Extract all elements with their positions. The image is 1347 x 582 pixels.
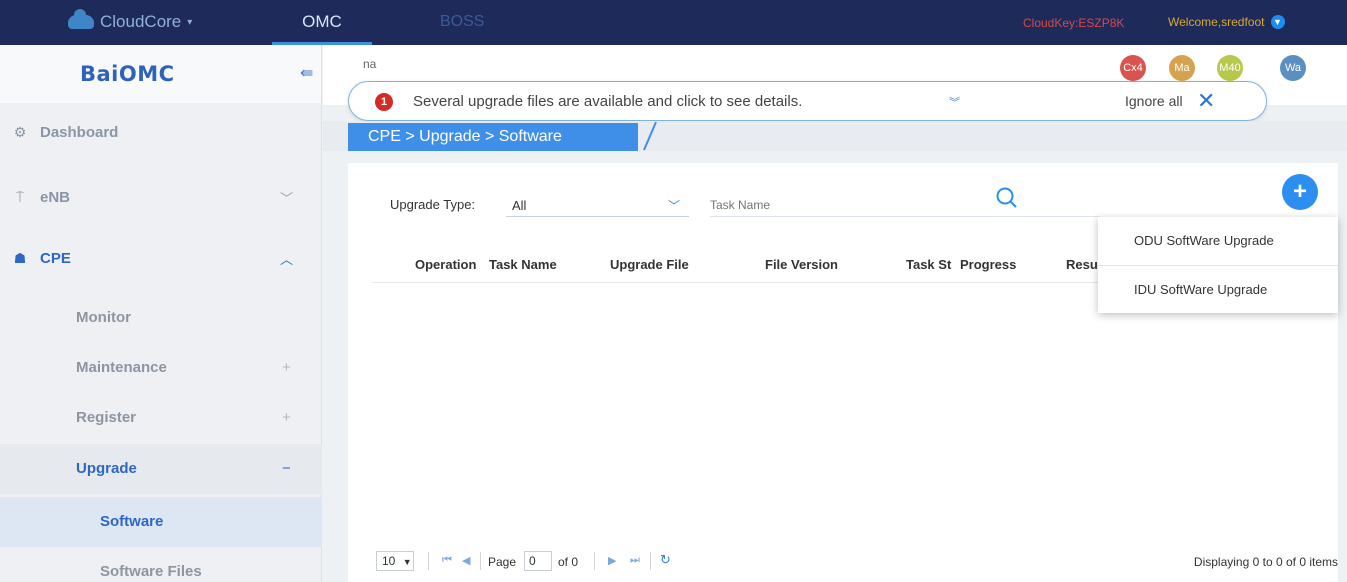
avatar[interactable]: M40 (1217, 55, 1243, 81)
column-header-task-status[interactable]: Task St (906, 257, 960, 272)
menu-item-idu-upgrade[interactable]: IDU SoftWare Upgrade (1098, 265, 1338, 313)
page-size-select[interactable]: 10 ▼ (376, 551, 414, 571)
column-header-upgrade-file[interactable]: Upgrade File (610, 257, 689, 272)
brand-menu[interactable]: CloudCore ▾ (68, 9, 193, 32)
task-name-input[interactable] (710, 187, 1100, 217)
logo: BaiOMC (80, 62, 175, 86)
upgrade-type-value: All (512, 198, 527, 213)
sidebar-item-register[interactable]: Register + (0, 393, 322, 443)
cloudkey-label: CloudKey:ESZP8K (1023, 16, 1125, 30)
close-icon[interactable]: ✕ (1197, 88, 1215, 114)
sidebar-item-maintenance[interactable]: Maintenance + (0, 343, 322, 393)
page-label: Page (488, 555, 517, 569)
display-count-label: Displaying 0 to 0 of 0 items (1193, 555, 1338, 569)
nav-tab-boss[interactable]: BOSS (440, 0, 484, 45)
breadcrumb: CPE > Upgrade > Software (348, 123, 638, 151)
expand-plus-icon: + (282, 409, 291, 426)
previous-page-icon[interactable]: ◀ (462, 554, 470, 567)
upgrade-notification[interactable]: 1 Several upgrade files are available an… (348, 81, 1267, 121)
sidebar-item-enb[interactable]: ⍑ eNB ﹀ (0, 182, 322, 212)
expand-plus-icon: + (282, 359, 291, 376)
pagination: 10 ▼ ⏮ ◀ Page 0 of 0 ▶ ⏭ ↻ Displaying 0 … (376, 549, 1338, 575)
nav-tab-omc[interactable]: OMC (272, 0, 372, 45)
last-page-icon[interactable]: ⏭ (630, 554, 640, 567)
chevron-down-icon: ﹀ (668, 199, 681, 213)
chevron-down-icon: ﹀ (280, 190, 294, 206)
sidebar-item-label: eNB (40, 188, 71, 206)
page-count-label: of 0 (558, 555, 579, 569)
sidebar-item-upgrade[interactable]: Upgrade − (0, 444, 322, 494)
dashboard-icon: ⚙ (13, 123, 27, 140)
divider (480, 552, 481, 570)
avatar[interactable]: Cx4 (1120, 55, 1146, 81)
collapse-minus-icon: − (282, 460, 291, 477)
chevron-down-icon: ▼ (1270, 15, 1285, 29)
upgrade-type-select[interactable]: All ﹀ (506, 187, 689, 217)
avatar[interactable]: Wa (1280, 55, 1306, 81)
notification-message[interactable]: Several upgrade files are available and … (413, 93, 802, 110)
sidebar-item-label: Upgrade (76, 460, 137, 477)
upgrade-type-label: Upgrade Type: (390, 197, 476, 212)
user-menu[interactable]: Welcome,sredfoot ▼ (1168, 15, 1285, 29)
divider (650, 552, 651, 570)
sidebar-item-software[interactable]: Software (0, 497, 322, 547)
sidebar-item-software-files[interactable]: Software Files (0, 547, 322, 582)
caret-down-icon: ▾ (187, 16, 193, 28)
sidebar-item-monitor[interactable]: Monitor (0, 293, 322, 343)
column-header-task-name[interactable]: Task Name (489, 257, 557, 272)
chevron-up-icon: ︿ (280, 251, 294, 267)
sidebar-item-dashboard[interactable]: ⚙ Dashboard (0, 117, 322, 147)
sidebar-item-label: Register (76, 409, 137, 426)
next-page-icon[interactable]: ▶ (608, 554, 616, 567)
column-header-operation[interactable]: Operation (415, 257, 476, 272)
column-header-file-version[interactable]: File Version (765, 257, 838, 272)
cloud-icon (68, 9, 94, 29)
add-task-button[interactable]: + (1282, 174, 1318, 210)
sidebar-item-label: CPE (40, 249, 71, 267)
search-icon[interactable] (995, 186, 1019, 210)
breadcrumb-slash-icon (643, 121, 657, 151)
add-upgrade-menu: ODU SoftWare Upgrade IDU SoftWare Upgrad… (1098, 217, 1338, 313)
sidebar-item-label: Software (100, 513, 164, 530)
avatar[interactable]: Ma (1169, 55, 1195, 81)
sidebar-item-label: Software Files (100, 563, 202, 580)
notification-count-badge: 1 (375, 93, 393, 111)
table-header: Operation Task Name Upgrade File File Ve… (372, 247, 1172, 283)
top-bar: CloudCore ▾ OMC BOSS CloudKey:ESZP8K Wel… (0, 0, 1347, 45)
brand-label: CloudCore (100, 12, 182, 31)
header-text: na (363, 57, 377, 71)
page-size-value: 10 (382, 554, 396, 568)
divider (428, 552, 429, 570)
antenna-icon: ⍑ (15, 188, 25, 205)
divider (594, 552, 595, 570)
sidebar-item-cpe[interactable]: ☗ CPE ︿ (0, 243, 322, 273)
caret-down-icon: ▼ (402, 557, 412, 567)
sidebar-item-label: Dashboard (40, 123, 119, 141)
refresh-icon[interactable]: ↻ (660, 552, 671, 568)
router-icon: ☗ (13, 249, 27, 266)
welcome-label: Welcome,sredfoot (1168, 15, 1265, 29)
sidebar-item-label: Maintenance (76, 359, 167, 376)
page-number-input[interactable]: 0 (524, 551, 552, 571)
first-page-icon[interactable]: ⏮ (442, 554, 452, 567)
sidebar-item-label: Monitor (76, 309, 131, 326)
sidebar: BaiOMC ⇚ ⚙ Dashboard ⍑ eNB ﹀ ☗ CPE ︿ Mon… (0, 45, 322, 582)
column-header-progress[interactable]: Progress (960, 257, 1016, 272)
ignore-all-link[interactable]: Ignore all (1125, 93, 1183, 109)
collapse-sidebar-icon[interactable]: ⇚ (300, 63, 313, 83)
logo-row: BaiOMC ⇚ (0, 45, 321, 103)
expand-details-icon[interactable]: ︾ (949, 94, 960, 110)
menu-item-odu-upgrade[interactable]: ODU SoftWare Upgrade (1098, 217, 1338, 265)
